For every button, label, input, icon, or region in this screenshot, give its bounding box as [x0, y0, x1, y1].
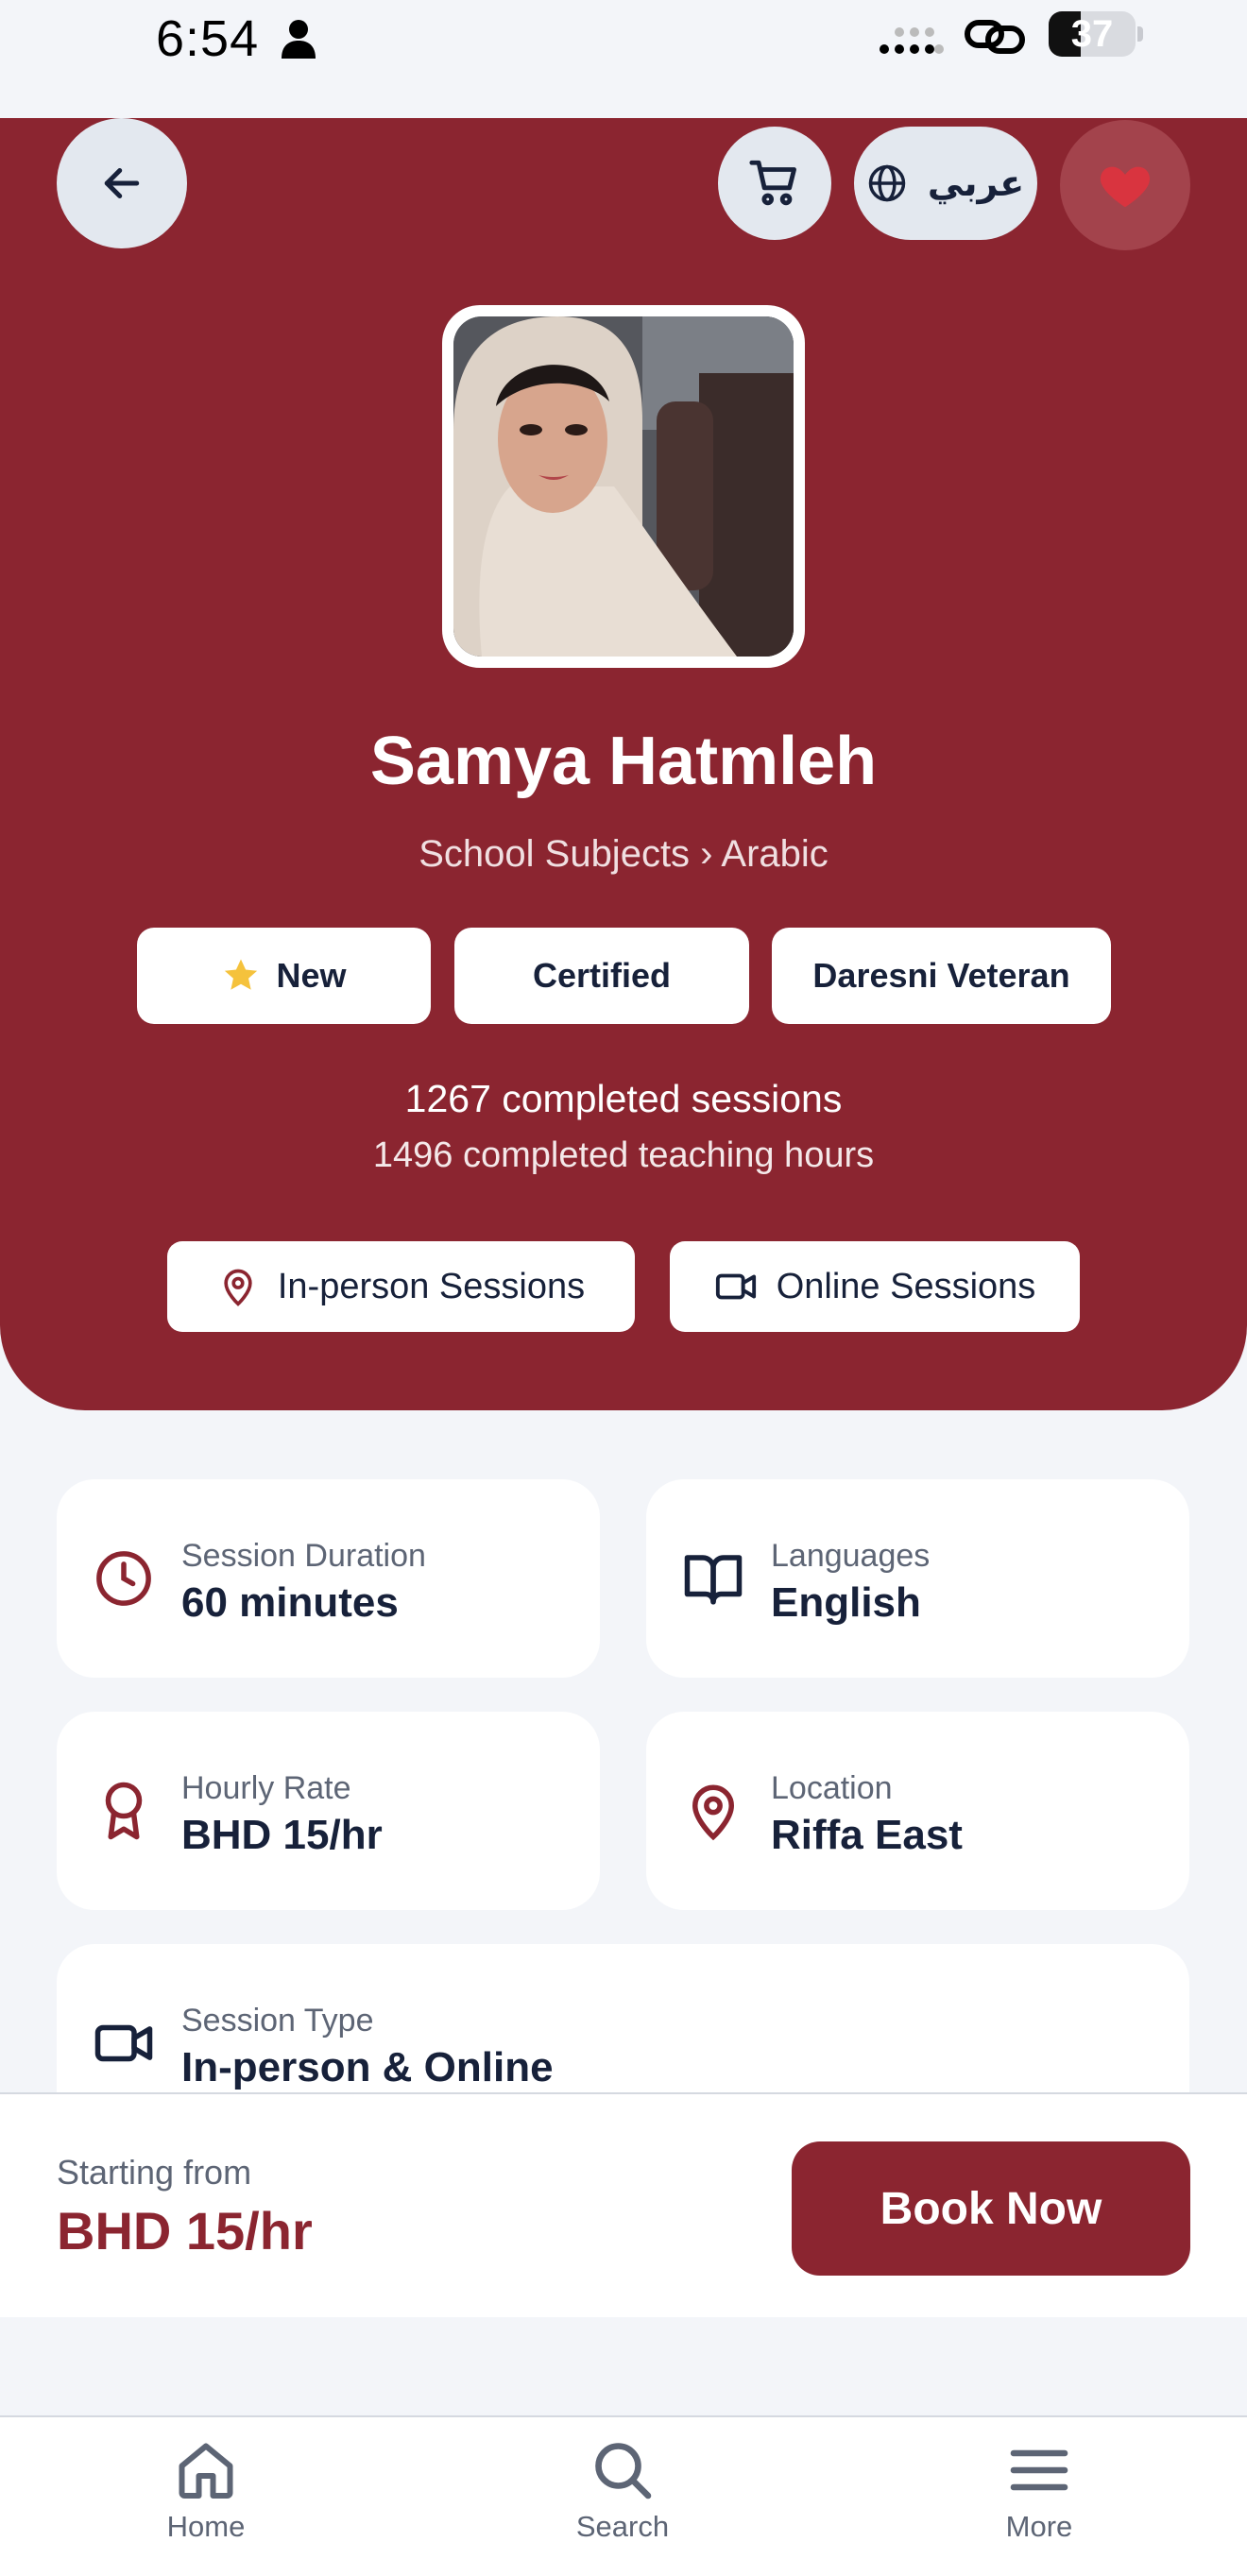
- completed-hours: 1496 completed teaching hours: [372, 1135, 875, 1175]
- battery-level: 37: [1070, 13, 1114, 55]
- badge-veteran-label: Daresni Veteran: [812, 956, 1070, 995]
- award-icon: [105, 1782, 143, 1840]
- tutor-name: Samya Hatmleh: [369, 724, 878, 799]
- signal-icon: [880, 27, 944, 54]
- status-time: 6:54: [156, 10, 260, 67]
- tab-search-label: Search: [575, 2510, 670, 2543]
- location-card: Location Riffa East: [646, 1712, 1189, 1910]
- hourly-rate-label: Hourly Rate: [181, 1770, 351, 1806]
- favorite-button[interactable]: [1060, 120, 1190, 250]
- menu-icon: [1010, 2449, 1068, 2491]
- bottom-tab-bar: Home Search More: [0, 2415, 1247, 2576]
- starting-price: BHD 15/hr: [57, 2201, 313, 2260]
- clock-icon: [96, 1551, 151, 1606]
- starting-from-label: Starting from: [57, 2153, 252, 2192]
- language-toggle-button[interactable]: عربي: [854, 127, 1037, 240]
- languages-value: English: [771, 1579, 921, 1626]
- languages-card: Languages English: [646, 1479, 1189, 1678]
- hourly-rate-value: BHD 15/hr: [181, 1812, 383, 1858]
- subject-breadcrumb: School Subjects › Arabic: [419, 833, 828, 875]
- session-type-value: In-person & Online: [181, 2044, 554, 2090]
- languages-label: Languages: [771, 1538, 931, 1574]
- globe-icon: [868, 164, 906, 202]
- session-duration-value: 60 minutes: [181, 1579, 399, 1626]
- hourly-rate-card: Hourly Rate BHD 15/hr: [57, 1712, 600, 1910]
- back-button[interactable]: [57, 118, 187, 248]
- search-icon: [595, 2443, 652, 2499]
- badge-new: New: [137, 928, 431, 1024]
- home-icon: [179, 2443, 233, 2499]
- tab-search[interactable]: Search: [509, 2436, 736, 2568]
- avatar-portrait: [453, 316, 794, 657]
- in-person-sessions-label: In-person Sessions: [277, 1266, 586, 1306]
- avatar: [453, 316, 794, 657]
- video-icon: [94, 2024, 153, 2062]
- video-icon: [715, 1273, 756, 1300]
- online-sessions-chip: Online Sessions: [670, 1241, 1080, 1332]
- badge-certified: Certified: [454, 928, 749, 1024]
- battery-icon: 37: [1049, 11, 1136, 57]
- tab-more-label: More: [1005, 2510, 1073, 2543]
- session-type-label: Session Type: [181, 2003, 374, 2039]
- avatar-frame: [442, 305, 805, 668]
- location-label: Location: [771, 1770, 893, 1806]
- arrow-left-icon: [104, 168, 140, 198]
- star-icon: [225, 959, 258, 990]
- map-pin-icon: [692, 1784, 735, 1841]
- badge-veteran: Daresni Veteran: [772, 928, 1111, 1024]
- book-icon: [684, 1555, 743, 1605]
- battery-nub: [1137, 26, 1143, 42]
- completed-sessions: 1267 completed sessions: [404, 1077, 843, 1120]
- tab-home[interactable]: Home: [93, 2436, 319, 2568]
- status-bar: 6:54 37: [0, 0, 1247, 118]
- heart-icon: [1100, 166, 1151, 208]
- cart-icon: [749, 160, 796, 206]
- person-icon: [282, 20, 316, 59]
- cart-button[interactable]: [718, 127, 831, 240]
- online-sessions-label: Online Sessions: [776, 1266, 1036, 1306]
- session-duration-card: Session Duration 60 minutes: [57, 1479, 600, 1678]
- map-pin-icon: [224, 1269, 252, 1306]
- book-now-button[interactable]: Book Now: [792, 2141, 1190, 2276]
- badge-certified-label: Certified: [532, 956, 672, 995]
- tab-home-label: Home: [166, 2510, 246, 2543]
- location-value: Riffa East: [771, 1812, 963, 1858]
- booking-bar: Starting from BHD 15/hr Book Now: [0, 2092, 1247, 2317]
- tab-more[interactable]: More: [926, 2436, 1153, 2568]
- profile-header: عربي Samya Hatmleh School Subjects › Ara…: [0, 118, 1247, 1410]
- language-label: عربي: [927, 163, 1025, 204]
- badge-new-label: New: [276, 956, 347, 995]
- link-icon: [965, 20, 1025, 54]
- in-person-sessions-chip: In-person Sessions: [167, 1241, 635, 1332]
- session-duration-label: Session Duration: [181, 1538, 426, 1574]
